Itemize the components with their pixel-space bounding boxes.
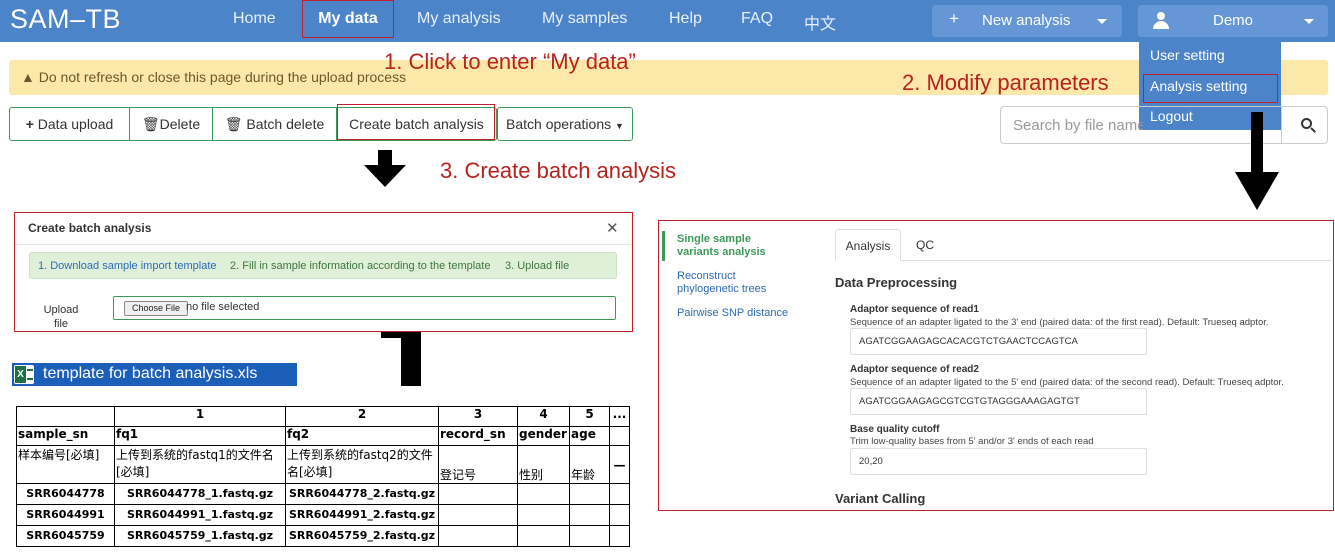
section-title-variant-calling: Variant Calling	[835, 491, 926, 506]
upload-warning-alert: ▲ Do not refresh or close this page duri…	[9, 60, 1328, 95]
nav-home[interactable]: Home	[233, 10, 276, 28]
arrow-down-icon	[1235, 112, 1279, 210]
active-indicator	[662, 231, 665, 261]
caret-down-icon	[1304, 19, 1314, 24]
analysis-settings-panel: Single sample variants analysis Reconstr…	[658, 220, 1334, 511]
field-help-quality: Trim low-quality bases from 5' and/or 3'…	[850, 436, 1094, 447]
trash-icon: 🗑	[141, 116, 160, 132]
create-batch-dialog: Create batch analysis ✕ 1. Download samp…	[14, 212, 633, 332]
highlight-box	[1143, 74, 1278, 103]
nav-help[interactable]: Help	[669, 10, 702, 28]
close-icon[interactable]: ✕	[606, 219, 619, 237]
adaptor-read2-input[interactable]: AGATCGGAAGAGCGTCGTGTAGGGAAAGAGTGT	[850, 388, 1147, 415]
nav-my-samples[interactable]: My samples	[542, 10, 627, 28]
upload-file-label: Upload file	[43, 304, 79, 330]
adaptor-read1-input[interactable]: AGATCGGAAGAGCACACGTCTGAACTCCAGTCA	[850, 328, 1147, 355]
data-upload-button[interactable]: + Data upload	[10, 108, 130, 140]
nav-my-analysis[interactable]: My analysis	[417, 10, 501, 28]
tab-analysis[interactable]: Analysis	[835, 229, 901, 261]
warning-text: ▲ Do not refresh or close this page duri…	[21, 69, 407, 85]
step-2-text: 2. Fill in sample information according …	[230, 260, 491, 272]
table-row: SRR6044778 SRR6044778_1.fastq.gz SRR6044…	[16, 483, 630, 505]
search-icon[interactable]	[1301, 118, 1316, 134]
nav-my-data[interactable]: My data	[302, 0, 394, 38]
nav-language[interactable]: 中文	[804, 10, 836, 34]
batch-delete-button[interactable]: 🗑 Batch delete	[213, 108, 337, 140]
plus-icon: +	[949, 9, 959, 28]
field-label-adaptor1: Adaptor sequence of read1	[850, 304, 979, 315]
trash-icon: 🗑	[224, 116, 243, 132]
base-quality-input[interactable]: 20,20	[850, 448, 1147, 475]
excel-icon: X	[14, 365, 34, 384]
column-numbers-row: 1 2 3 4 5 ...	[16, 406, 630, 427]
brand-logo[interactable]: SAM–TB	[10, 4, 121, 35]
table-row: SRR6045759 SRR6045759_1.fastq.gz SRR6045…	[16, 525, 630, 547]
batch-operations-button[interactable]: Batch operations ▼	[497, 107, 633, 141]
section-title-preprocessing: Data Preprocessing	[835, 275, 958, 290]
nav-faq[interactable]: FAQ	[741, 10, 773, 28]
choose-file-button[interactable]: Choose File	[124, 301, 188, 316]
warning-icon: ▲	[21, 69, 35, 85]
tab-qc[interactable]: QC	[905, 229, 945, 261]
spreadsheet-file-label: X template for batch analysis.xls	[12, 363, 297, 386]
batch-operations-label: Batch operations ▼	[506, 116, 624, 132]
plus-icon: +	[25, 116, 34, 132]
tab-bar: Analysis QC	[835, 229, 1331, 261]
template-spreadsheet: 1 2 3 4 5 ... sample_sn fq1 fq2 record_s…	[16, 406, 630, 547]
highlight-box	[337, 104, 495, 140]
arrow-down-icon	[364, 150, 406, 187]
new-analysis-label: New analysis	[982, 12, 1071, 29]
table-row: SRR6044991 SRR6044991_1.fastq.gz SRR6044…	[16, 504, 630, 526]
field-help-adaptor1: Sequence of an adapter ligated to the 3'…	[850, 317, 1269, 328]
step-3-text: 3. Upload file	[505, 260, 570, 272]
no-file-text: no file selected	[186, 301, 260, 313]
delete-button[interactable]: 🗑Delete	[130, 108, 213, 140]
user-menu-button[interactable]: Demo	[1138, 5, 1328, 37]
sidebar-item-single-sample[interactable]: Single sample variants analysis	[677, 233, 787, 259]
annotation-step3: 3. Create batch analysis	[440, 158, 677, 183]
field-label-adaptor2: Adaptor sequence of read2	[850, 364, 979, 375]
user-icon	[1153, 12, 1169, 29]
new-analysis-button[interactable]: + New analysis	[932, 5, 1122, 37]
navbar: SAM–TB Home My data My analysis My sampl…	[0, 0, 1335, 42]
menu-user-setting[interactable]: User setting	[1150, 47, 1225, 63]
user-name: Demo	[1213, 12, 1254, 29]
sidebar-item-phylogenetic-trees[interactable]: Reconstruct phylogenetic trees	[677, 270, 787, 296]
search-input[interactable]: Search by file name	[1013, 117, 1143, 134]
header-row: sample_sn fq1 fq2 record_sn gender age	[16, 426, 630, 446]
caret-down-icon	[1097, 19, 1107, 24]
annotation-step1: 1. Click to enter “My data”	[384, 49, 636, 74]
annotation-step2: 2. Modify parameters	[902, 70, 1109, 95]
file-input[interactable]: Choose File no file selected	[113, 296, 616, 320]
download-template-link[interactable]: 1. Download sample import template	[38, 260, 217, 272]
description-row: 样本编号[必填] 上传到系统的fastq1的文件名[必填] 上传到系统的fast…	[16, 445, 630, 484]
field-label-quality: Base quality cutoff	[850, 424, 940, 435]
field-help-adaptor2: Sequence of an adapter ligated to the 5'…	[850, 377, 1284, 388]
dialog-title: Create batch analysis	[28, 221, 152, 235]
steps-alert: 1. Download sample import template 2. Fi…	[29, 252, 617, 279]
sidebar-item-snp-distance[interactable]: Pairwise SNP distance	[677, 307, 827, 320]
